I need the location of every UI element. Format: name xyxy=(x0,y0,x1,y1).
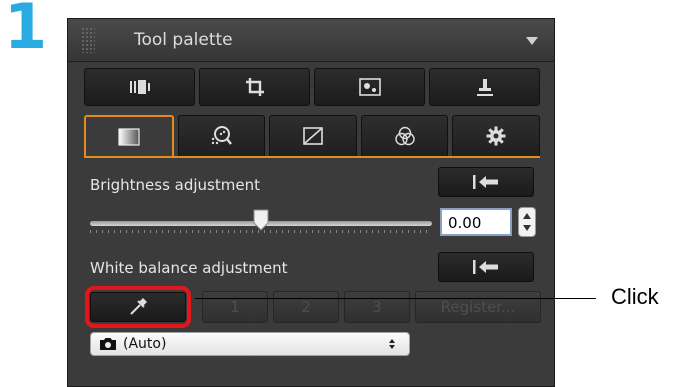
stamp-icon xyxy=(476,79,493,96)
callout-line xyxy=(195,298,596,299)
custom-wb-button-2[interactable]: 2 xyxy=(273,291,339,323)
tool-button-stamp[interactable] xyxy=(429,68,540,106)
filmstrip-icon xyxy=(129,80,150,94)
custom-wb-button-1[interactable]: 1 xyxy=(202,291,268,323)
callout-label: Click xyxy=(611,284,659,309)
tab-detail[interactable] xyxy=(177,115,266,157)
tab-basic-adjustment[interactable] xyxy=(84,115,174,157)
drag-grip-icon[interactable] xyxy=(81,27,95,53)
tool-button-crop[interactable] xyxy=(199,68,310,106)
brightness-stepper[interactable] xyxy=(518,207,536,237)
palette-title: Tool palette xyxy=(134,30,233,50)
register-button[interactable]: Register... xyxy=(415,291,541,323)
collapse-triangle-icon[interactable] xyxy=(526,37,538,45)
crop-icon xyxy=(245,78,264,96)
tab-underline xyxy=(84,156,540,158)
camera-icon xyxy=(100,338,116,350)
gear-icon xyxy=(486,126,506,146)
select-arrows-icon xyxy=(389,339,395,349)
step-number: 1 xyxy=(4,0,48,63)
white-balance-preset-select[interactable]: (Auto) xyxy=(90,332,410,356)
tab-tone-curve[interactable] xyxy=(269,115,357,157)
custom-wb-button-3[interactable]: 3 xyxy=(344,291,410,323)
magnifier-dots-icon xyxy=(212,126,233,145)
tab-color[interactable] xyxy=(360,115,449,157)
reset-arrow-icon xyxy=(473,260,498,274)
tool-button-filmstrip[interactable] xyxy=(84,68,195,106)
basic-adjustment-icon xyxy=(118,128,140,146)
tool-palette: Tool palette Brightness adjustment 0.00 … xyxy=(67,18,555,387)
brightness-reset-button[interactable] xyxy=(438,167,534,197)
tool-button-row xyxy=(84,68,540,106)
reset-arrow-icon xyxy=(473,175,498,189)
white-balance-label: White balance adjustment xyxy=(90,259,288,277)
tool-button-dust-delete[interactable] xyxy=(314,68,425,106)
brightness-label: Brightness adjustment xyxy=(90,176,260,194)
palette-title-bar[interactable]: Tool palette xyxy=(68,19,554,62)
stepper-arrows-icon xyxy=(523,213,531,231)
brightness-value-field[interactable]: 0.00 xyxy=(440,208,512,236)
color-circles-icon xyxy=(394,126,415,146)
white-balance-preset-value: (Auto) xyxy=(123,336,167,352)
tab-settings[interactable] xyxy=(452,115,540,157)
adjustment-tabs xyxy=(84,115,540,157)
white-balance-reset-button[interactable] xyxy=(438,252,534,282)
tone-curve-icon xyxy=(303,127,323,145)
dust-delete-icon xyxy=(358,78,381,96)
highlight-ring xyxy=(85,286,191,328)
brightness-slider-thumb[interactable] xyxy=(252,209,270,231)
